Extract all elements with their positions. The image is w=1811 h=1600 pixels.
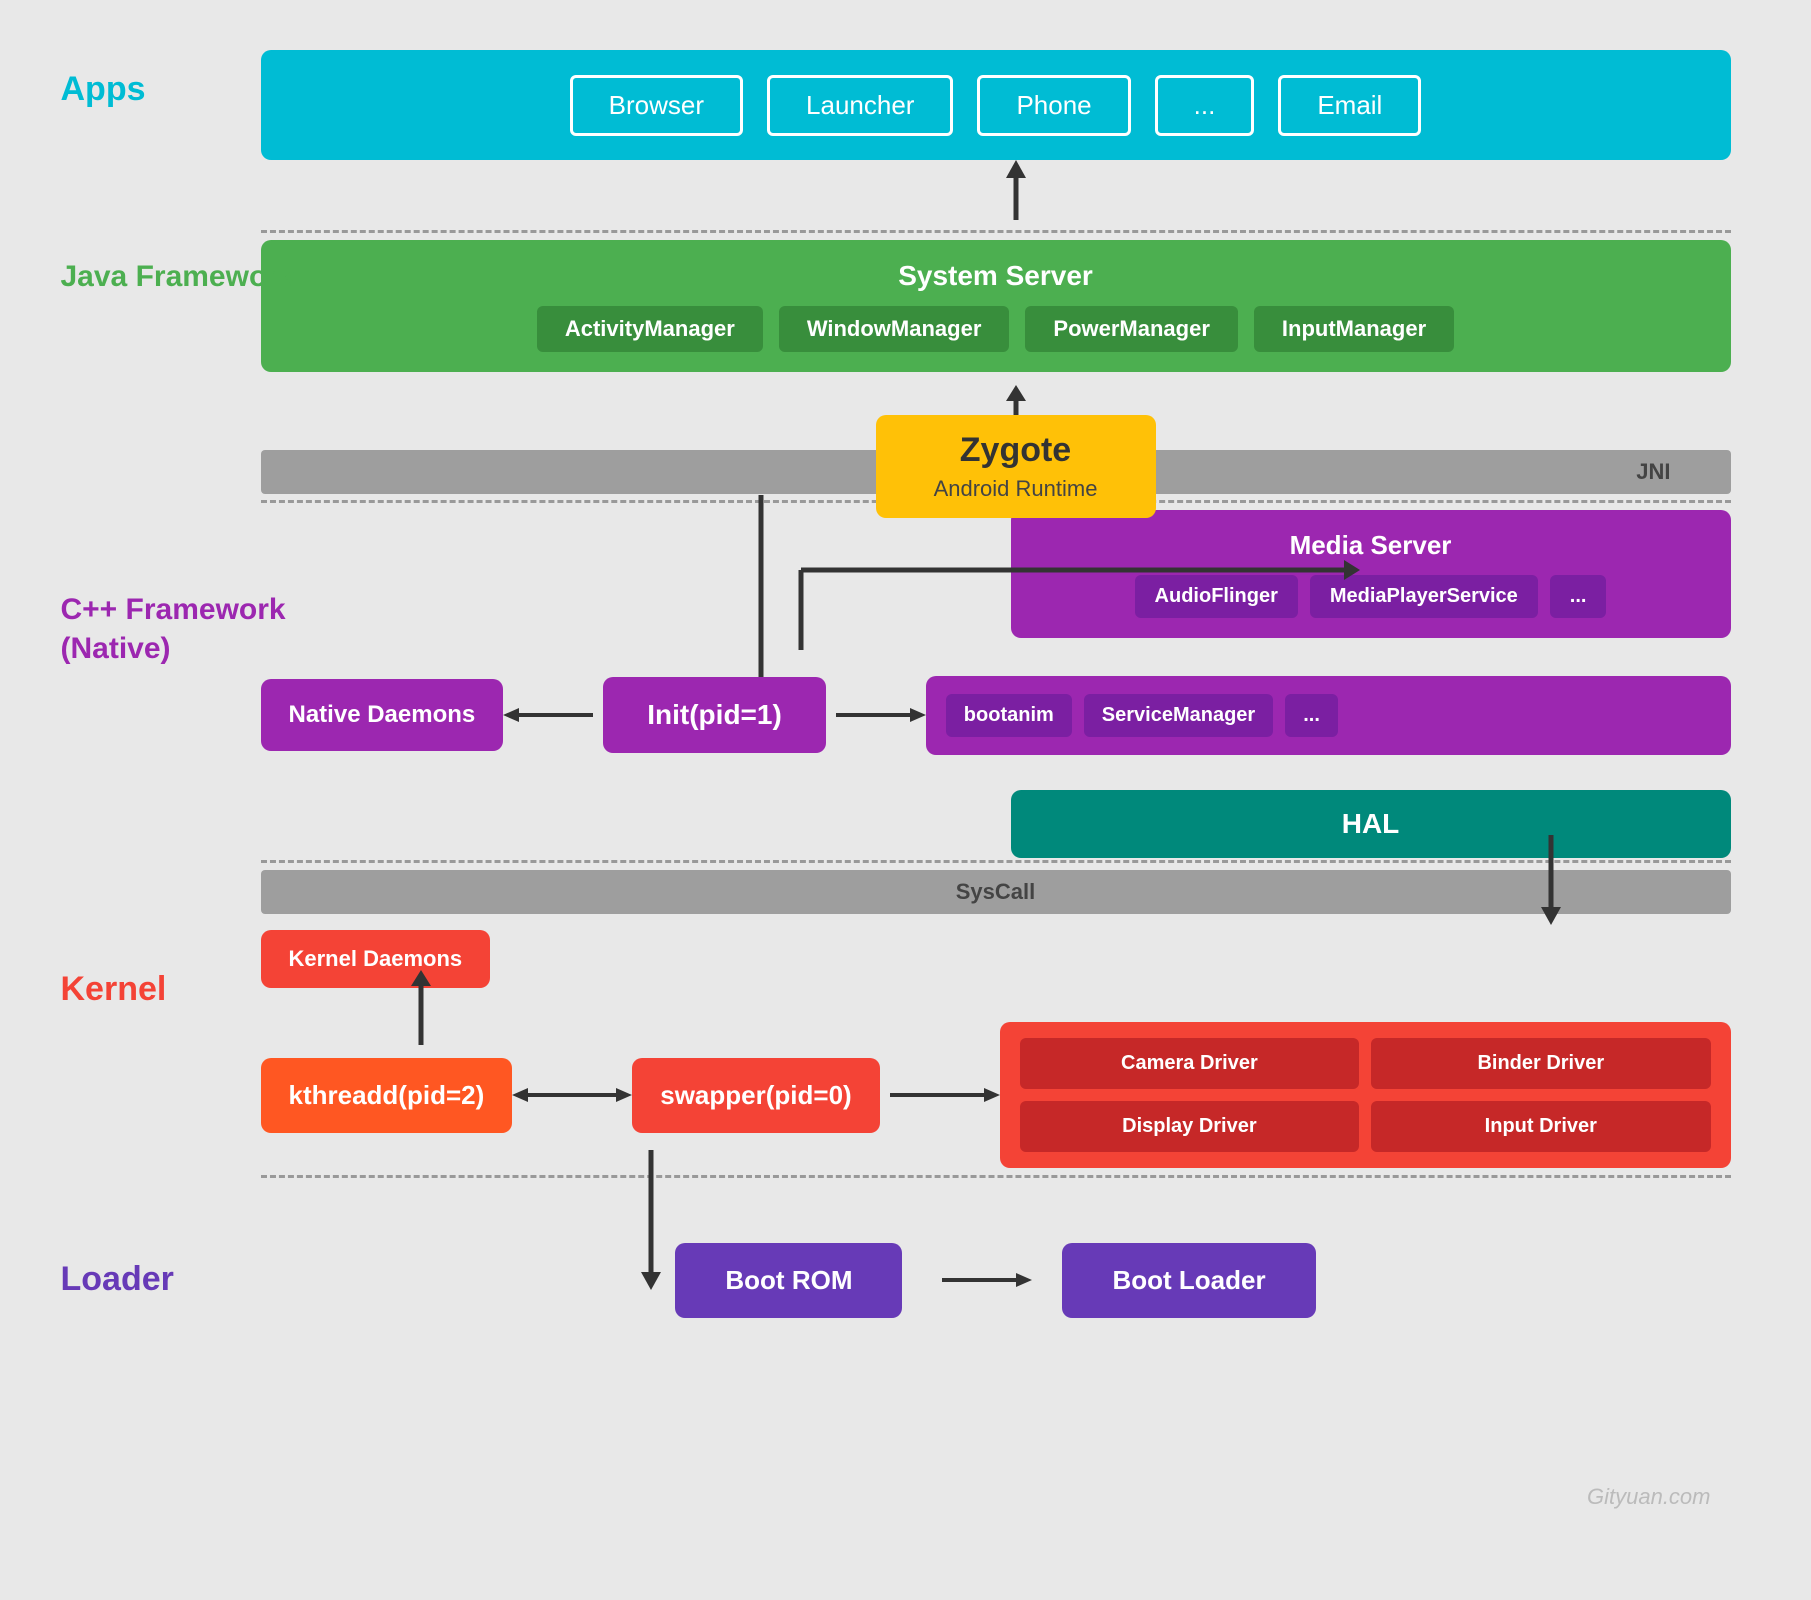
apps-bar: Browser Launcher Phone ... Email: [261, 50, 1731, 160]
apps-row: Apps Browser Launcher Phone ... Email: [41, 50, 1771, 160]
input-driver: Input Driver: [1371, 1101, 1710, 1152]
hal-syscall-arrow: [1531, 835, 1571, 935]
watermark: Gityuan.com: [1587, 1484, 1711, 1510]
init-bootanim: bootanim: [946, 694, 1072, 737]
diagram: Apps Browser Launcher Phone ... Email: [41, 30, 1771, 1570]
ss-activity-manager: ActivityManager: [537, 306, 763, 352]
zygote-box: Zygote Android Runtime: [41, 415, 1771, 518]
dashed-3: [261, 860, 1731, 863]
init-service-manager: ServiceManager: [1084, 694, 1273, 737]
native-daemons-box: Native Daemons: [261, 679, 504, 751]
ss-window-manager: WindowManager: [779, 306, 1010, 352]
swapper-box: swapper(pid=0): [632, 1058, 879, 1133]
app-item-dots: ...: [1155, 75, 1255, 136]
media-server-title: Media Server: [1035, 530, 1707, 561]
app-item-email: Email: [1278, 75, 1421, 136]
app-item-browser: Browser: [570, 75, 743, 136]
dashed-1: [261, 230, 1731, 233]
app-item-phone: Phone: [977, 75, 1130, 136]
kernel-drivers-box: Camera Driver Binder Driver Display Driv…: [1000, 1022, 1731, 1168]
arrow-up-svg: [996, 160, 1036, 230]
binder-driver: Binder Driver: [1371, 1038, 1710, 1089]
kthreadd-box: kthreadd(pid=2): [261, 1058, 513, 1133]
kernel-row: kthreadd(pid=2) swapper(pid=0) Camera Dr…: [261, 1040, 1731, 1150]
boot-loader-box: Boot Loader: [1062, 1243, 1315, 1318]
camera-driver: Camera Driver: [1020, 1038, 1359, 1089]
kthreadd-to-daemons-arrow: [401, 970, 441, 1050]
boot-rom-to-loader-arrow: [932, 1268, 1032, 1292]
loader-label-el: Loader: [61, 1260, 174, 1299]
ss-power-manager: PowerManager: [1025, 306, 1238, 352]
apps-label: Apps: [61, 70, 146, 109]
app-item-launcher: Launcher: [767, 75, 953, 136]
kernel-daemons-box: Kernel Daemons: [261, 930, 491, 988]
cpp-framework-label: C++ Framework (Native): [61, 590, 286, 668]
system-server-title: System Server: [291, 260, 1701, 292]
system-server-box: System Server ActivityManager WindowMana…: [261, 240, 1731, 372]
init-box: Init(pid=1): [603, 677, 826, 753]
kthreadd-swapper-arrow: [512, 1083, 632, 1107]
boot-rom-box: Boot ROM: [675, 1243, 902, 1318]
zygote-title: Zygote: [926, 431, 1106, 470]
init-left-arrow: [503, 705, 603, 725]
syscall-label: SysCall: [956, 879, 1036, 905]
init-right-box: bootanim ServiceManager ...: [926, 676, 1731, 755]
loader-row: Boot ROM Boot Loader: [261, 1230, 1731, 1330]
display-driver: Display Driver: [1020, 1101, 1359, 1152]
hal-box: HAL: [1011, 790, 1731, 858]
dashed-4: [261, 1175, 1731, 1178]
ss-input-manager: InputManager: [1254, 306, 1454, 352]
java-framework-row: Java Framework System Server ActivityMan…: [41, 240, 1771, 372]
syscall-bar: SysCall: [261, 870, 1731, 914]
init-dots2: ...: [1285, 694, 1338, 737]
ms-dots: ...: [1550, 575, 1607, 618]
arrow-apps-to-ss: [41, 160, 1771, 230]
java-framework-label: Java Framework: [61, 260, 296, 294]
init-row: Native Daemons Init(pid=1) bootanim Serv…: [261, 660, 1731, 770]
init-right-arrow: [826, 705, 926, 725]
kernel-label-el: Kernel: [61, 970, 167, 1009]
zygote-sub: Android Runtime: [926, 476, 1106, 502]
swapper-drivers-arrow: [880, 1083, 1000, 1107]
init-to-ms-arrow: [801, 560, 1361, 660]
